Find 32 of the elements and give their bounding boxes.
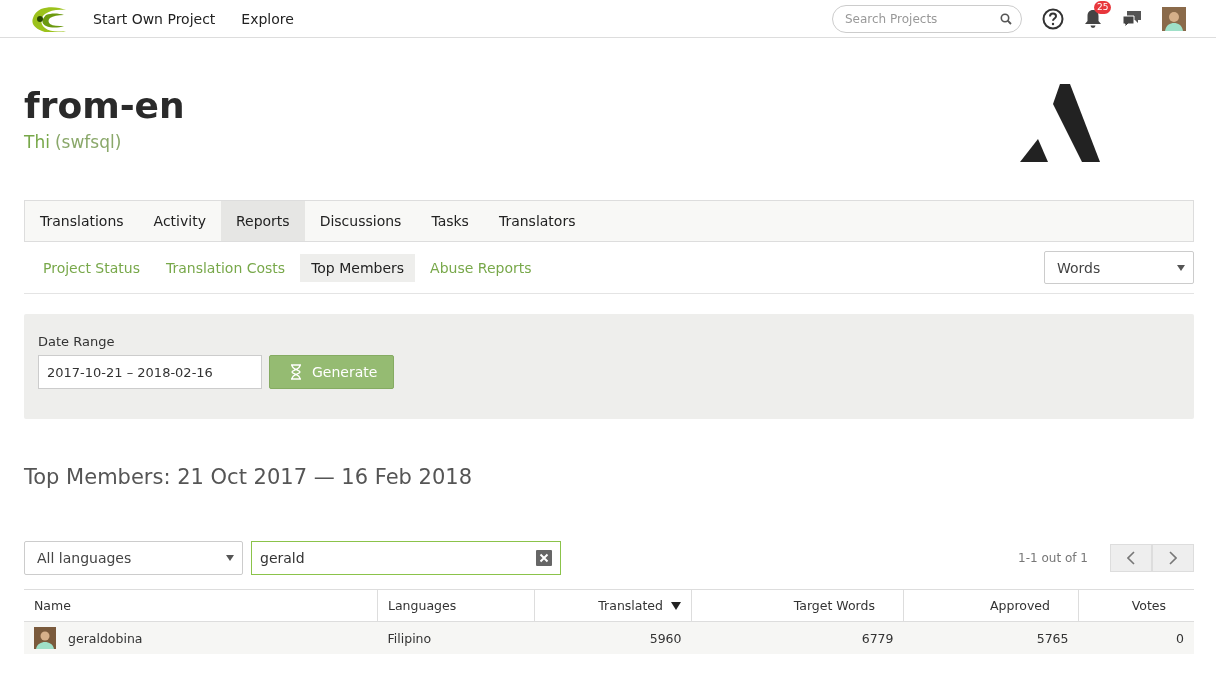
tab[interactable]: Activity: [138, 201, 221, 241]
tab[interactable]: Discussions: [304, 201, 417, 241]
nav-link[interactable]: Explore: [241, 10, 294, 27]
report-heading: Top Members: 21 Oct 2017 — 16 Feb 2018: [24, 464, 474, 491]
tab[interactable]: Translators: [483, 201, 591, 241]
pagination-info: 1-1 out of 1: [1018, 551, 1088, 565]
table-cell: Filipino: [377, 621, 535, 654]
notification-badge: 25: [1094, 0, 1112, 14]
table-cell: 0: [1078, 621, 1194, 654]
subtab[interactable]: Top Members: [300, 253, 416, 282]
column-header[interactable]: Target Words: [691, 589, 904, 622]
unit-dropdown[interactable]: Words: [1044, 251, 1194, 284]
tab[interactable]: Reports: [220, 201, 305, 241]
column-header[interactable]: Translated: [534, 589, 692, 622]
owner-handle: (swfsql): [54, 132, 122, 152]
language-dropdown[interactable]: All languages: [24, 541, 243, 575]
table-cell: 5960: [534, 621, 692, 654]
tab[interactable]: Tasks: [416, 201, 484, 241]
column-header[interactable]: Name: [24, 589, 378, 622]
column-header[interactable]: Approved: [903, 589, 1079, 622]
column-header[interactable]: Votes: [1078, 589, 1194, 622]
member-name[interactable]: geraldobina: [68, 630, 143, 646]
nav-link[interactable]: Start Own Project: [93, 10, 216, 27]
member-search-field[interactable]: gerald: [251, 541, 561, 575]
search-field[interactable]: Search Projects: [832, 4, 1022, 33]
tab[interactable]: Translations: [25, 201, 139, 241]
table-cell: 6779: [691, 621, 904, 654]
field-label: Date Range: [38, 334, 116, 349]
project-title: from-en: [24, 84, 185, 128]
table-cell: 5765: [903, 621, 1079, 654]
column-header[interactable]: Languages: [377, 589, 535, 622]
date-range-field[interactable]: 2017-10-21 – 2018-02-16: [38, 355, 262, 389]
